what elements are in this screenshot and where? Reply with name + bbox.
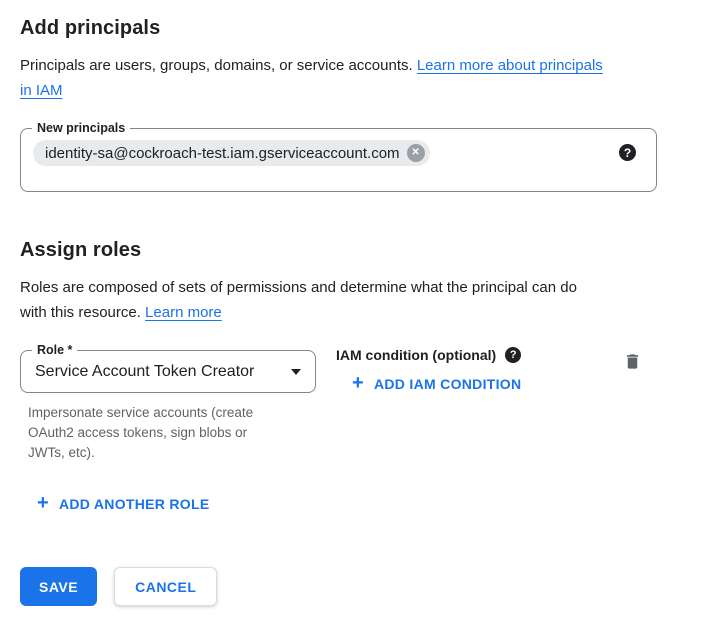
close-icon[interactable]: ✕ [407,144,425,162]
role-column: Role * Service Account Token Creator Imp… [20,350,316,463]
learn-more-roles-link[interactable]: Learn more [145,304,222,321]
trash-icon [623,352,642,371]
new-principals-label: New principals [32,120,130,137]
help-icon[interactable]: ? [619,144,636,161]
roles-description-line2: with this resource. [20,304,145,321]
role-selected-value: Service Account Token Creator [35,363,291,381]
role-select[interactable]: Role * Service Account Token Creator [20,350,316,393]
add-iam-condition-label: ADD IAM CONDITION [374,376,521,392]
principals-description-text: Principals are users, groups, domains, o… [20,57,417,74]
add-another-role-label: ADD ANOTHER ROLE [59,496,210,512]
save-button[interactable]: SAVE [20,567,97,606]
iam-condition-column: IAM condition (optional) ? + ADD IAM CON… [336,345,521,394]
cancel-button[interactable]: CANCEL [114,567,217,606]
plus-icon: + [352,375,364,391]
role-helper-text: Impersonate service accounts (create OAu… [28,403,282,463]
assign-roles-title: Assign roles [20,238,713,262]
iam-condition-label-row: IAM condition (optional) ? [336,345,521,365]
roles-description-line1: Roles are composed of sets of permission… [20,279,577,296]
role-label: Role * [32,342,77,359]
footer-actions: SAVE CANCEL [20,567,713,606]
plus-icon: + [37,495,49,511]
new-principals-field[interactable]: New principals identity-sa@cockroach-tes… [20,128,657,192]
principal-chip: identity-sa@cockroach-test.iam.gservicea… [33,140,430,166]
add-another-role-button[interactable]: + ADD ANOTHER ROLE [37,496,210,512]
principals-description: Principals are users, groups, domains, o… [20,53,680,103]
roles-description: Roles are composed of sets of permission… [20,275,680,325]
delete-role-button[interactable] [623,352,642,371]
chevron-down-icon [291,369,301,375]
iam-condition-label: IAM condition (optional) [336,345,496,365]
page-title: Add principals [20,16,713,40]
role-row: Role * Service Account Token Creator Imp… [20,350,713,463]
help-icon[interactable]: ? [505,347,521,363]
principal-chip-text: identity-sa@cockroach-test.iam.gservicea… [45,145,400,162]
add-principals-panel: Add principals Principals are users, gro… [0,0,713,629]
add-iam-condition-button[interactable]: + ADD IAM CONDITION [352,376,521,392]
